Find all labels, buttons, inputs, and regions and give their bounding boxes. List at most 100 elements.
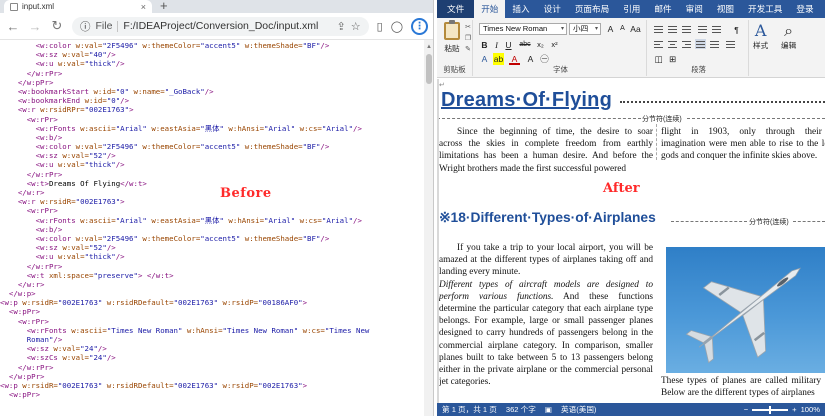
profile-icon[interactable]: ◯ [391,20,403,33]
strikethrough-button[interactable]: abc [517,39,533,51]
forward-arrow-icon[interactable]: → [28,19,42,34]
grow-font-icon[interactable]: A [605,23,616,35]
paste-button[interactable]: 粘贴 [441,20,463,56]
xml-token: "Times New [324,325,370,335]
xml-token [0,197,18,206]
cut-icon[interactable]: ✂ [464,24,472,32]
xml-token: <w:rPr> [26,114,58,124]
proofing-icon[interactable]: ▣ [545,405,552,414]
share-icon[interactable]: ⇪ [337,20,346,33]
sidepanel-icon[interactable]: ▯ [377,20,383,33]
styles-button[interactable]: A 样式 [753,22,768,51]
align-center-icon[interactable] [667,39,678,49]
ribbon-tab[interactable]: 开发工具 [741,0,789,18]
xml-token: w:themeShade= [240,142,303,152]
ribbon-tab[interactable]: 邮件 [647,0,678,18]
subscript-button[interactable]: x₂ [535,39,546,51]
xml-token: w:themeShade= [240,233,303,243]
editing-button[interactable]: ⌕ 编辑 [781,22,796,51]
numbering-icon[interactable] [667,24,678,34]
increase-indent-icon[interactable] [711,24,722,34]
language-indicator[interactable]: 英语(美国) [561,404,596,415]
font-name-select[interactable]: Times New Roman [479,23,567,35]
multilevel-list-icon[interactable] [681,24,692,34]
xml-token: "002E1763" [57,380,103,390]
jet-photo[interactable] [666,247,825,373]
superscript-button[interactable]: x² [549,39,560,51]
ribbon-tab[interactable]: 开始 [474,0,506,18]
xml-token: w:rsidRDefault= [102,380,174,390]
xml-token: > [120,197,125,207]
xml-token: <w:t> [26,178,49,188]
font-size-select[interactable]: 小四 [569,23,601,35]
xml-token: w:rsidR= [22,298,58,308]
back-arrow-icon[interactable]: ← [6,19,20,34]
justify-icon[interactable] [695,39,706,49]
copy-icon[interactable]: ❐ [464,35,472,43]
zoom-control[interactable]: − + 100% [744,405,820,414]
document-page[interactable]: ↵ Dreams·Of·Flying 分节符(连续) Since the beg… [437,79,825,403]
xml-token: w:hAnsi= [223,215,265,225]
zoom-in-icon[interactable]: + [792,405,796,414]
line-spacing-icon[interactable] [725,39,736,49]
scroll-up-icon[interactable]: ▲ [426,44,432,50]
italic-button[interactable]: I [491,39,502,51]
xml-line: <w:sz w:val="24"/> [0,344,424,353]
xml-token: <w:bookmarkEnd [17,96,85,106]
ribbon-tab[interactable]: 登录 [789,0,820,18]
xml-token: Roman" [26,335,54,344]
show-marks-icon[interactable]: ¶ [731,24,742,36]
xml-token: w:rsidR= [40,197,76,207]
zoom-slider[interactable] [752,405,789,414]
tab-strip: input.xml × + [0,0,433,13]
xml-token: /> [115,160,125,170]
ribbon-tab[interactable]: 视图 [710,0,741,18]
xml-line: <w:bookmarkEnd w:id="0"/> [0,96,424,105]
ribbon-tab[interactable]: 设计 [537,0,568,18]
xml-token: "0" [106,96,121,106]
xml-token: w:val= [57,160,85,170]
word-count[interactable]: 362 个字 [506,404,536,415]
ribbon-tab[interactable]: 页面布局 [568,0,616,18]
xml-token: w:ascii= [71,325,107,335]
ribbon-tab[interactable]: 审阅 [679,0,710,18]
xml-scrollbar[interactable]: ▲ [424,40,433,416]
ribbon-tab[interactable]: 引用 [616,0,647,18]
xml-token: w:themeShade= [240,41,303,50]
align-left-icon[interactable] [653,39,664,49]
xml-token: w:val= [57,252,85,262]
tab-close-icon[interactable]: × [141,2,146,12]
zoom-level[interactable]: 100% [801,405,820,414]
bookmark-star-icon[interactable]: ☆ [351,20,361,33]
xml-token [0,78,18,87]
xml-line: </w:rPr> [0,363,424,372]
decrease-indent-icon[interactable] [697,24,708,34]
xml-token: w:val= [53,344,81,354]
bullets-icon[interactable] [653,24,664,34]
info-icon[interactable]: ⓘ [80,19,91,34]
xml-line: </w:rPr> [0,170,424,179]
xml-token: "2F5496" [102,142,138,152]
ribbon-tab[interactable]: 插入 [505,0,536,18]
browser-menu-icon[interactable]: ⋮ [411,17,428,35]
address-url[interactable]: F:/IDEAProject/Conversion_Doc/input.xml [123,20,318,32]
new-tab-button[interactable]: + [160,0,168,13]
xml-token: <w:u [35,252,58,262]
align-right-icon[interactable] [681,39,692,49]
format-painter-icon[interactable]: ✎ [464,46,472,54]
xml-token: w:rsidP= [218,380,259,390]
shrink-font-icon[interactable]: A [617,23,628,35]
reload-icon[interactable]: ↻ [50,18,64,34]
page-count[interactable]: 第 1 页，共 1 页 [442,404,497,415]
zoom-out-icon[interactable]: − [744,405,748,414]
xml-token: /> [115,59,125,69]
bold-button[interactable]: B [479,39,490,51]
xml-token: "52" [89,243,107,253]
change-case-icon[interactable]: Aa [630,23,641,35]
ribbon-tab[interactable]: 文件 [437,0,475,18]
distributed-icon[interactable] [709,39,720,49]
browser-tab[interactable]: input.xml × [4,0,152,13]
address-bar[interactable]: ⓘ File F:/IDEAProject/Conversion_Doc/inp… [72,16,369,36]
underline-button[interactable]: U [503,39,514,51]
scrollbar-thumb[interactable] [426,54,432,84]
